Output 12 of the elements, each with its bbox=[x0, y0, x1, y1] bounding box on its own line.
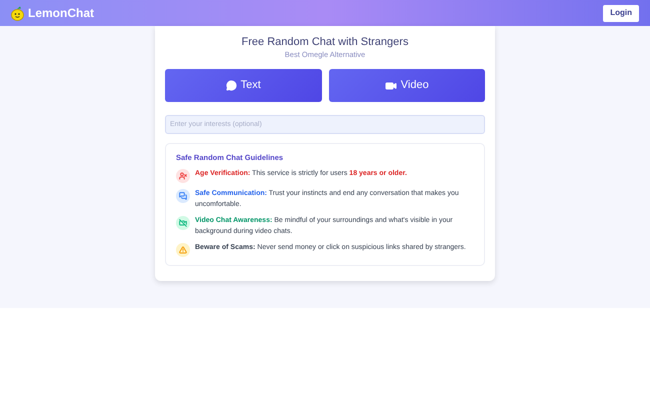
hero-title: Free Random Chat with Strangers bbox=[240, 35, 410, 49]
video-camera-icon bbox=[384, 80, 397, 92]
chat-bubbles-icon bbox=[176, 189, 190, 204]
video-camera-icon bbox=[176, 216, 190, 230]
lemon-icon bbox=[11, 6, 24, 20]
text-chat-button[interactable]: Text bbox=[165, 69, 322, 102]
warning-icon bbox=[176, 243, 190, 258]
login-button[interactable]: Login bbox=[603, 4, 639, 22]
brand-name: LemonChat bbox=[28, 5, 94, 22]
user-icon bbox=[176, 169, 190, 184]
chat-bubble-icon bbox=[226, 80, 237, 91]
video-chat-button[interactable]: Video bbox=[328, 69, 485, 102]
